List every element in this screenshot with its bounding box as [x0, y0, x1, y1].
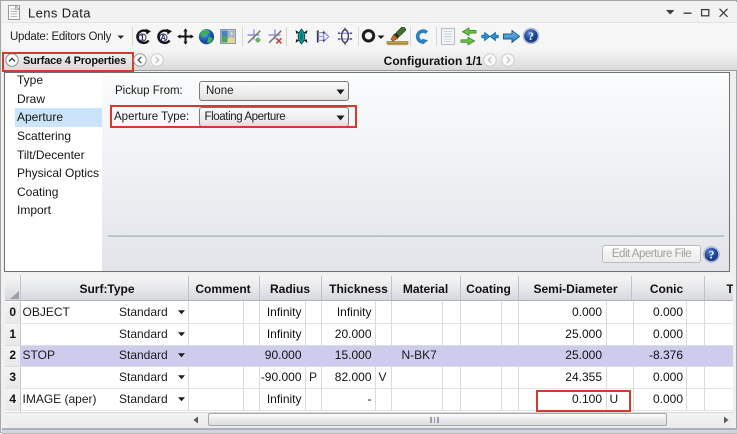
svg-text:1: 1 [140, 33, 145, 43]
svg-text:A: A [160, 33, 166, 42]
svg-text:?: ? [528, 31, 534, 43]
svg-text:?: ? [709, 250, 715, 262]
